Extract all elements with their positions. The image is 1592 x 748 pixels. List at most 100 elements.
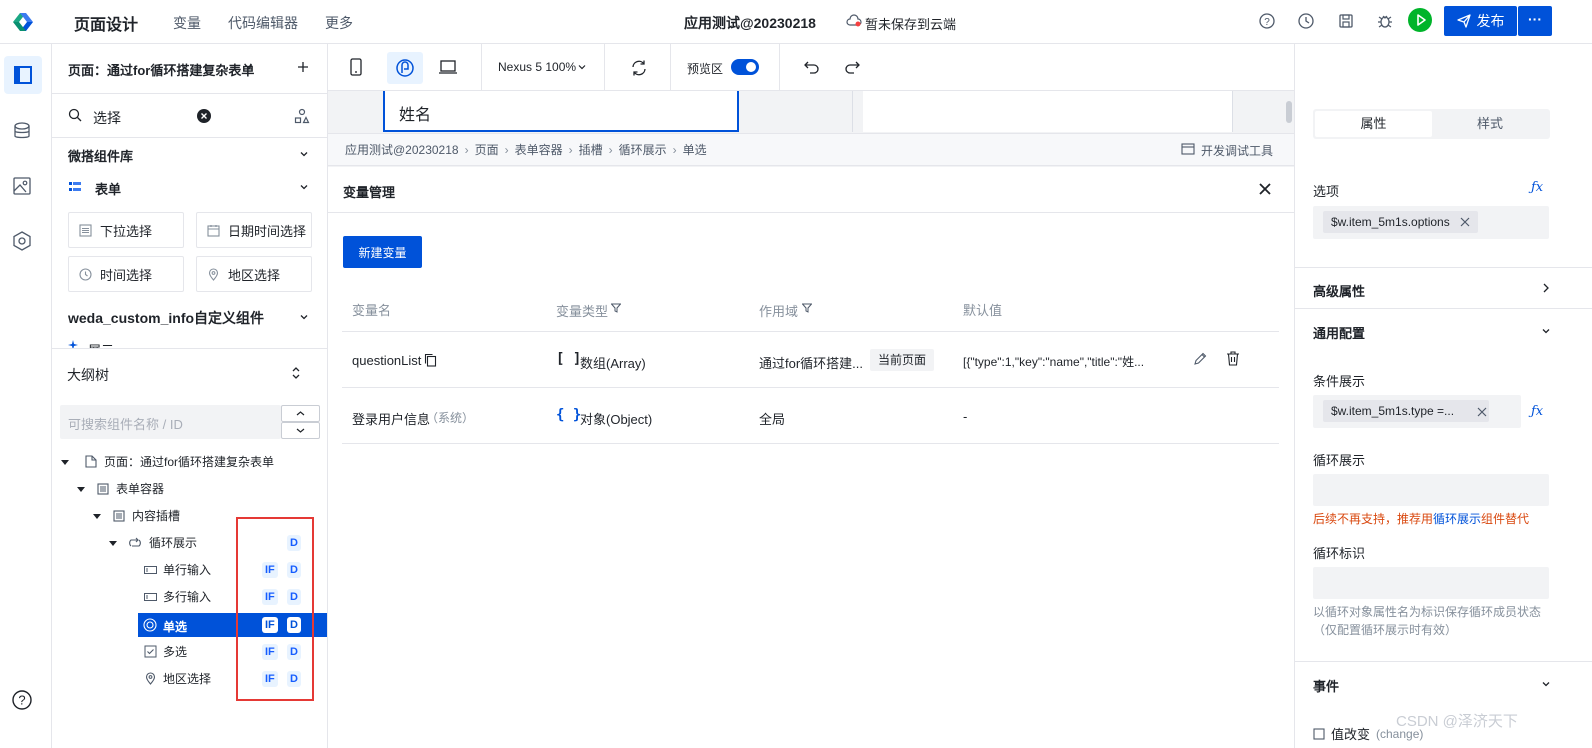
responsive-device-button[interactable] (387, 52, 423, 84)
devtools-link[interactable]: 开发调试工具 (1201, 142, 1273, 159)
refresh-icon[interactable] (630, 59, 648, 77)
breadcrumb-item[interactable]: 表单容器 (515, 141, 563, 158)
formula-fx-icon[interactable]: ƒx (1531, 404, 1543, 419)
chevron-down-icon[interactable] (243, 61, 255, 73)
chevron-down-icon[interactable] (298, 311, 310, 323)
undo-icon[interactable] (804, 60, 820, 74)
breadcrumb-item[interactable]: 应用测试@20230218 (345, 141, 459, 158)
general-config-header[interactable]: 通用配置 (1313, 323, 1365, 342)
left-icon-rail: ? (0, 44, 52, 748)
variable-scope: 通过for循环搭建... (759, 356, 864, 371)
tree-node-form-container[interactable]: 表单容器 (52, 475, 327, 502)
conditional-display-field[interactable]: $w.item_5m1s.type =... (1313, 395, 1521, 428)
laptop-device-icon[interactable] (439, 60, 457, 74)
filter-icon[interactable] (802, 303, 812, 313)
filter-icon[interactable] (611, 303, 621, 313)
options-binding-chip[interactable]: $w.item_5m1s.options (1323, 211, 1478, 233)
table-row[interactable]: 登录用户信息 （系统） { } 对象(Object) 全局 - (342, 388, 1279, 443)
outline-up-button[interactable] (281, 405, 320, 422)
help-circle-icon[interactable]: ? (11, 689, 33, 711)
debug-bug-icon[interactable] (1376, 12, 1394, 30)
component-dropdown-select[interactable]: 下拉选择 (68, 212, 184, 248)
chevron-down-icon[interactable] (298, 181, 310, 193)
breadcrumb-item[interactable]: 页面 (475, 141, 499, 158)
section-component-library[interactable]: 微搭组件库 (68, 146, 133, 165)
publish-button[interactable]: 发布 (1444, 6, 1517, 36)
device-zoom-select[interactable]: Nexus 5 100% (498, 60, 576, 74)
preview-toggle[interactable] (731, 59, 759, 75)
page-selector[interactable]: 页面：通过for循环搭建复杂表单 (68, 60, 254, 79)
location-pin-icon (208, 267, 219, 281)
rail-pages-button[interactable] (4, 56, 42, 94)
variable-name: questionList (352, 353, 422, 368)
save-icon[interactable] (1337, 12, 1355, 30)
formula-fx-icon[interactable]: ƒx (1531, 180, 1543, 195)
responsive-icon (396, 59, 414, 77)
chevron-down-icon[interactable] (1540, 325, 1552, 337)
devtools-icon[interactable] (1181, 143, 1195, 155)
run-play-button[interactable] (1408, 8, 1432, 32)
tab-styles[interactable]: 样式 (1432, 111, 1548, 137)
chevron-down-icon[interactable] (298, 148, 310, 160)
settings-hexagon-icon[interactable] (12, 231, 32, 251)
svg-text:?: ? (18, 693, 25, 708)
breadcrumb-item[interactable]: 单选 (683, 141, 707, 158)
tree-node-label: 循环展示 (149, 536, 198, 550)
app-logo-icon[interactable] (10, 9, 36, 35)
loop-id-field[interactable] (1313, 567, 1549, 599)
loop-display-field[interactable] (1313, 474, 1549, 506)
breadcrumb-item[interactable]: 循环展示 (619, 141, 667, 158)
clear-search-icon[interactable] (197, 109, 211, 123)
database-icon[interactable] (12, 121, 32, 141)
condition-binding-chip[interactable]: $w.item_5m1s.type =... (1323, 400, 1489, 422)
outline-down-button[interactable] (281, 422, 320, 439)
variable-type: 数组(Array) (580, 356, 646, 371)
component-category-icon[interactable] (294, 108, 310, 124)
menu-code-editor[interactable]: 代码编辑器 (228, 13, 298, 33)
help-icon[interactable]: ? (1258, 12, 1276, 30)
page-design-title: 页面设计 (74, 17, 139, 34)
redo-icon[interactable] (844, 60, 860, 74)
chevron-right-icon[interactable] (1541, 282, 1551, 294)
search-icon (68, 108, 82, 122)
table-row[interactable]: questionList [ ] 数组(Array) 通过for循环搭建... … (342, 332, 1279, 387)
mobile-device-icon[interactable] (350, 58, 362, 76)
add-page-plus-icon[interactable] (296, 60, 310, 74)
chevron-down-icon[interactable] (1540, 678, 1552, 690)
property-tabs: 属性 样式 (1313, 109, 1550, 139)
section-custom-components[interactable]: weda_custom_info自定义组件 (68, 308, 264, 328)
component-region-select[interactable]: 地区选择 (196, 256, 312, 292)
image-icon[interactable] (12, 176, 32, 196)
highlight-annotation-box (236, 517, 314, 701)
chevron-down-icon[interactable] (577, 62, 587, 72)
breadcrumb-item[interactable]: 插槽 (579, 141, 603, 158)
component-datetime-select[interactable]: 日期时间选择 (196, 212, 312, 248)
section-form[interactable]: 表单 (95, 179, 121, 198)
menu-variables[interactable]: 变量 (173, 13, 201, 33)
events-header[interactable]: 事件 (1313, 676, 1339, 695)
copy-icon[interactable] (424, 353, 437, 367)
canvas-scrollbar[interactable] (1286, 101, 1292, 123)
tab-properties[interactable]: 属性 (1315, 111, 1432, 137)
new-variable-button[interactable]: 新建变量 (343, 236, 422, 268)
edit-pencil-icon[interactable] (1193, 352, 1207, 366)
history-icon[interactable] (1297, 12, 1315, 30)
selected-form-field[interactable]: 姓名 (383, 91, 739, 132)
menu-more[interactable]: 更多 (325, 13, 353, 33)
divider (1232, 91, 1233, 132)
tree-node-label: 页面：通过for循环搭建复杂表单 (104, 455, 275, 469)
advanced-properties-header[interactable]: 高级属性 (1313, 281, 1365, 300)
publish-more-button[interactable]: ··· (1518, 6, 1552, 36)
tree-node-label: 内容插槽 (132, 509, 181, 523)
outline-search-input[interactable]: 可搜索组件名称 / ID (60, 405, 281, 439)
component-search-input[interactable]: 选择 (93, 108, 121, 128)
loop-component-link[interactable]: 循环展示 (1433, 512, 1481, 526)
object-type-icon: { } (556, 407, 582, 423)
partial-component-item[interactable]: 展示 (68, 338, 308, 348)
tree-node-page[interactable]: 页面：通过for循环搭建复杂表单 (52, 448, 327, 475)
delete-trash-icon[interactable] (1226, 351, 1240, 366)
options-field[interactable]: $w.item_5m1s.options (1313, 206, 1549, 239)
component-time-select[interactable]: 时间选择 (68, 256, 184, 292)
close-icon[interactable] (1258, 182, 1272, 196)
expand-collapse-icon[interactable] (290, 366, 302, 380)
